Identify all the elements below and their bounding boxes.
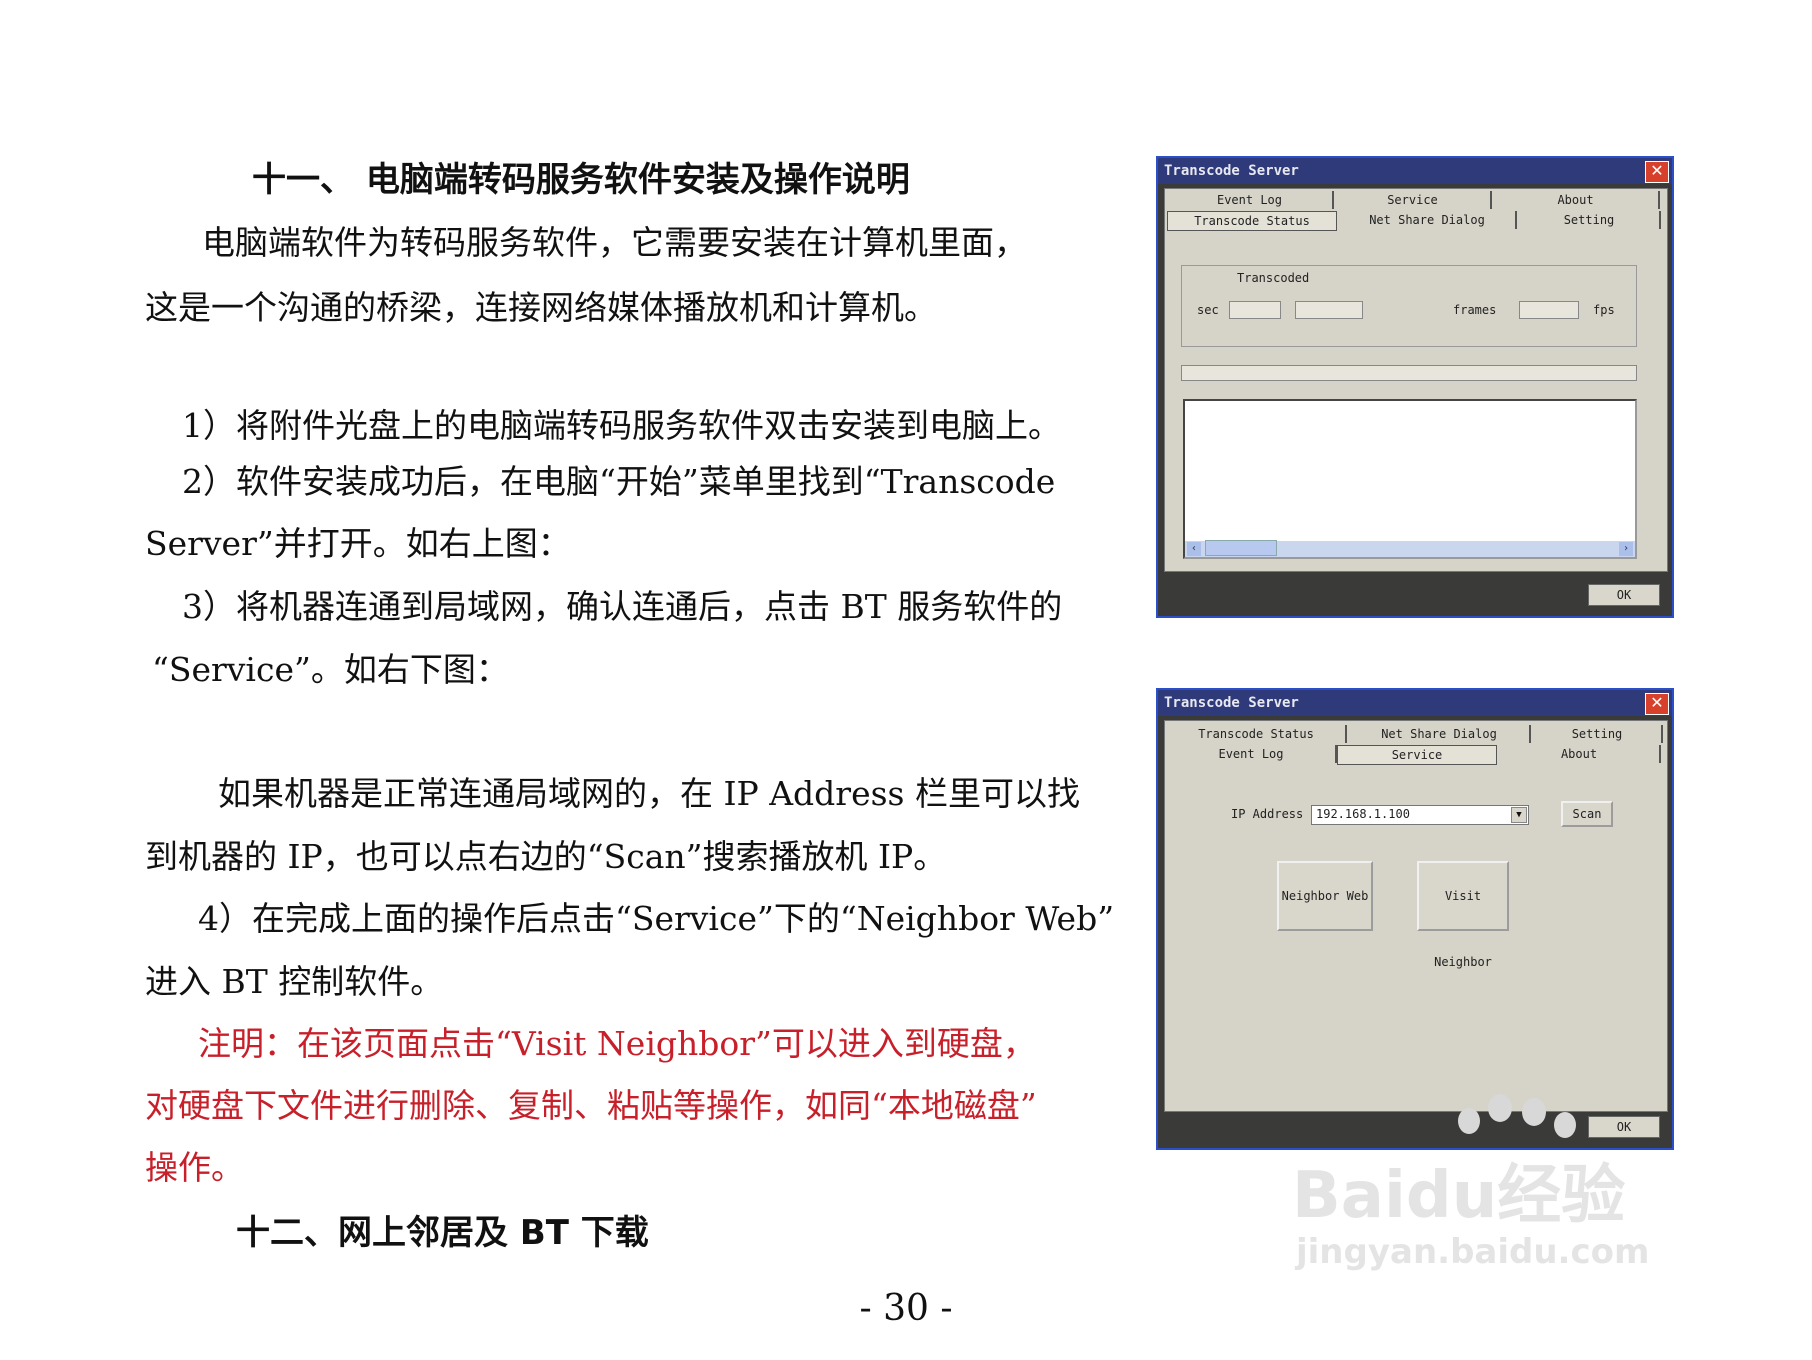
step4-line2: 进入 BT 控制软件。: [145, 962, 444, 1001]
tab-about[interactable]: About: [1499, 745, 1661, 763]
step3-line1: 3）将机器连通到局域网，确认连通后，点击 BT 服务软件的: [182, 587, 1063, 626]
ok-button[interactable]: OK: [1588, 584, 1660, 606]
window-titlebar: Transcode Server: [1158, 158, 1672, 184]
page-number: - 30 -: [859, 1288, 953, 1329]
ip-address-combobox[interactable]: 192.168.1.100 ▼: [1311, 805, 1529, 825]
baidu-watermark-logo: Baidu经验: [1292, 1159, 1626, 1233]
section-11-heading: 十一、 电脑端转码服务软件安装及操作说明: [252, 160, 910, 200]
baidu-watermark-url: jingyan.baidu.com: [1296, 1232, 1650, 1272]
note-line3: 操作。: [145, 1148, 244, 1187]
ip-address-value: 192.168.1.100: [1316, 807, 1410, 821]
ok-button[interactable]: OK: [1588, 1116, 1660, 1138]
fps-label: fps: [1593, 303, 1615, 317]
ip-address-label: IP Address: [1231, 807, 1304, 821]
scroll-left-icon[interactable]: ‹: [1187, 542, 1201, 556]
para1-line2: 这是一个沟通的桥梁，连接网络媒体播放机和计算机。: [145, 288, 937, 327]
tab-net-share-dialog[interactable]: Net Share Dialog: [1349, 725, 1531, 743]
tab-about[interactable]: About: [1493, 191, 1660, 209]
step4-line1: 4）在完成上面的操作后点击“Service”下的“Neighbor Web”: [198, 899, 1115, 938]
progress-bar: [1181, 365, 1637, 381]
tab-setting[interactable]: Setting: [1533, 725, 1663, 743]
para1-line1: 电脑端软件为转码服务软件，它需要安装在计算机里面，: [202, 223, 1027, 262]
window-title: Transcode Server: [1164, 695, 1299, 711]
section-12-heading: 十二、网上邻居及 BT 下载: [236, 1213, 649, 1253]
tab-transcode-status[interactable]: Transcode Status: [1167, 725, 1347, 743]
close-icon[interactable]: ✕: [1645, 693, 1669, 715]
note-line2: 对硬盘下文件进行删除、复制、粘贴等操作，如同“本地磁盘”: [145, 1086, 1037, 1125]
tab-transcode-status[interactable]: Transcode Status: [1167, 211, 1337, 231]
frames-label: frames: [1453, 303, 1497, 317]
note-line1: 注明：在该页面点击“Visit Neighbor”可以进入到硬盘，: [198, 1024, 1036, 1063]
para2-line1: 如果机器是正常连通局域网的，在 IP Address 栏里可以找: [218, 774, 1080, 813]
window-titlebar: Transcode Server: [1158, 690, 1672, 716]
scan-button[interactable]: Scan: [1561, 801, 1613, 827]
step2-line2: Server”并打开。如右上图：: [145, 524, 571, 563]
window-body: Event Log Service About Transcode Status…: [1164, 188, 1668, 572]
step1-line: 1）将附件光盘上的电脑端转码服务软件双击安装到电脑上。: [182, 406, 1061, 445]
chevron-down-icon[interactable]: ▼: [1511, 807, 1527, 823]
frames-field: [1519, 301, 1579, 319]
paw-icon: [1458, 1094, 1578, 1144]
scroll-thumb[interactable]: [1205, 540, 1277, 556]
tab-service[interactable]: Service: [1335, 191, 1492, 209]
step3-line2: “Service”。如右下图：: [152, 650, 509, 689]
sec-field-2: [1295, 301, 1363, 319]
transcoded-label: Transcoded: [1237, 271, 1310, 285]
tab-event-log[interactable]: Event Log: [1167, 745, 1337, 763]
neighbor-web-button[interactable]: Neighbor Web: [1277, 861, 1373, 931]
tab-net-share-dialog[interactable]: Net Share Dialog: [1339, 211, 1517, 229]
close-icon[interactable]: ✕: [1645, 161, 1669, 183]
tab-setting[interactable]: Setting: [1519, 211, 1661, 229]
visit-neighbor-button[interactable]: Visit Neighbor: [1417, 861, 1509, 969]
sec-label: sec: [1197, 303, 1219, 317]
tab-event-log[interactable]: Event Log: [1167, 191, 1334, 209]
transcode-server-window-service: Transcode Server ✕ Transcode Status Net …: [1156, 688, 1674, 1150]
transcode-server-window-status: Transcode Server ✕ Event Log Service Abo…: [1156, 156, 1674, 618]
sec-field: [1229, 301, 1281, 319]
log-listbox[interactable]: ‹ ›: [1183, 399, 1637, 559]
scroll-right-icon[interactable]: ›: [1619, 542, 1633, 556]
para2-line2: 到机器的 IP，也可以点右边的“Scan”搜索播放机 IP。: [145, 837, 947, 876]
window-body: Transcode Status Net Share Dialog Settin…: [1164, 720, 1668, 1112]
tab-service[interactable]: Service: [1337, 745, 1497, 765]
step2-line1: 2）软件安装成功后，在电脑“开始”菜单里找到“Transcode: [182, 462, 1056, 501]
window-title: Transcode Server: [1164, 163, 1299, 179]
